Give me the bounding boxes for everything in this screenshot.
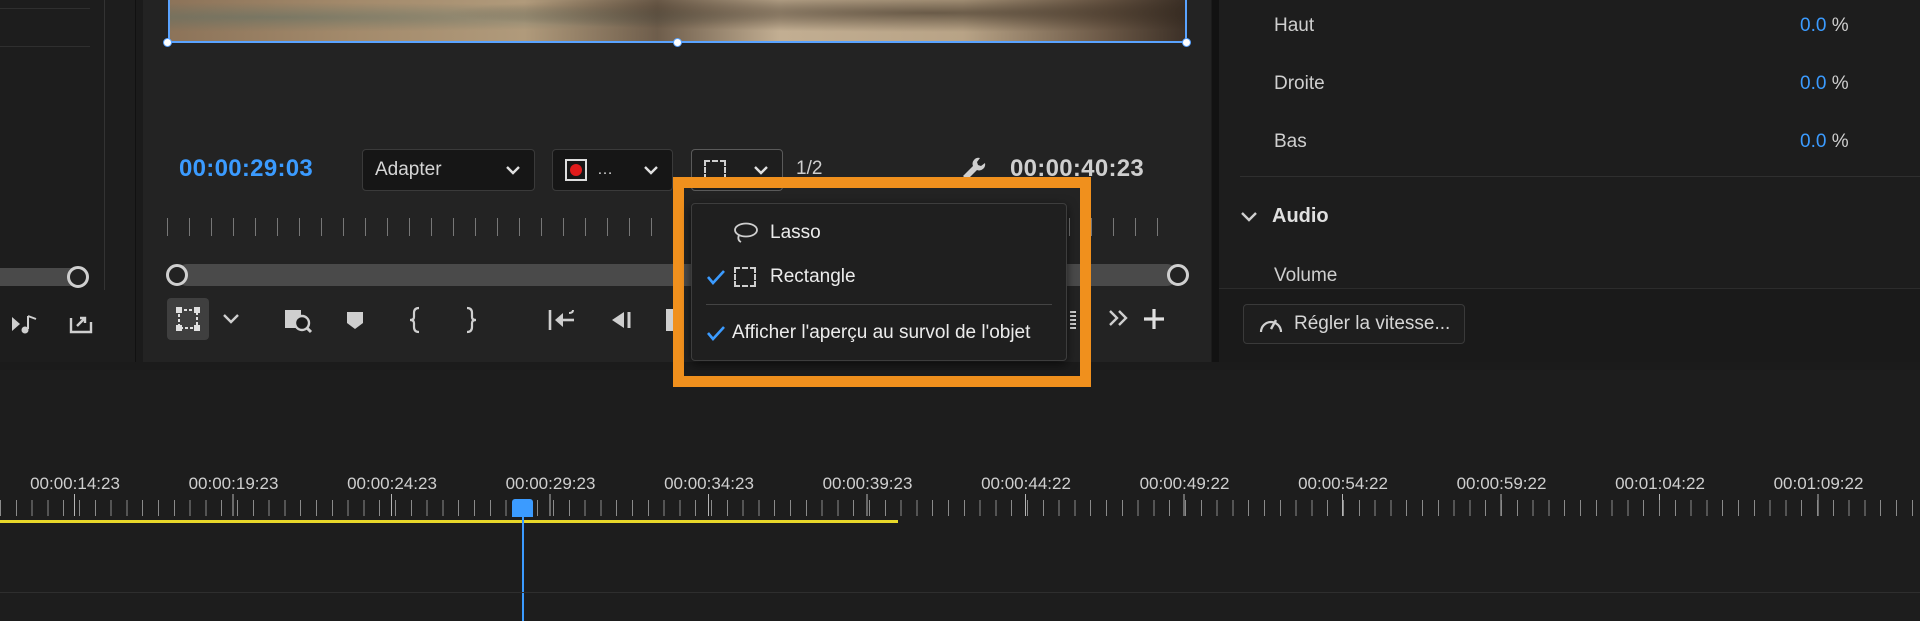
timeline-time-label: 00:00:49:22 bbox=[1139, 474, 1230, 493]
button-editor-plus-icon[interactable] bbox=[1141, 306, 1167, 332]
timeline-panel: 00:00:14:23 00:00:19:23 00:00:24:23 00:00:2… bbox=[0, 370, 1920, 621]
lasso-icon bbox=[730, 221, 760, 245]
menu-item-hover-preview[interactable]: Afficher l'aperçu au survol de l'objet bbox=[692, 313, 1066, 353]
menu-item-label: Afficher l'aperçu au survol de l'objet bbox=[732, 322, 1031, 343]
selection-bounding-box[interactable] bbox=[168, 0, 1187, 43]
video-preview[interactable] bbox=[168, 0, 1187, 43]
track-divider bbox=[0, 592, 1920, 593]
timeline-time-label: 00:00:59:22 bbox=[1456, 474, 1547, 493]
prop-value-top[interactable]: 0.0 % bbox=[1800, 15, 1849, 37]
panel-divider bbox=[0, 46, 90, 47]
chevron-down-icon[interactable] bbox=[221, 310, 241, 328]
prop-label-bottom: Bas bbox=[1274, 131, 1307, 152]
prop-value-right[interactable]: 0.0 % bbox=[1800, 73, 1849, 95]
record-mode-dropdown[interactable]: … bbox=[552, 149, 673, 191]
timeline-ruler[interactable] bbox=[0, 500, 1920, 516]
timeline-time-label: 00:01:04:22 bbox=[1615, 474, 1705, 493]
add-marker-icon[interactable] bbox=[344, 309, 366, 331]
playhead-handle[interactable] bbox=[512, 499, 533, 517]
transform-handle[interactable] bbox=[163, 38, 172, 47]
selection-tool-button[interactable] bbox=[167, 298, 209, 340]
timeline-time-label: 00:00:44:22 bbox=[981, 474, 1071, 493]
left-scroll-knob[interactable] bbox=[67, 266, 89, 288]
zoom-level-value: Adapter bbox=[375, 159, 442, 180]
prop-label-right: Droite bbox=[1274, 73, 1325, 94]
timeline-time-label: 00:00:14:23 bbox=[30, 474, 120, 493]
checkmark-icon bbox=[702, 268, 730, 286]
zoom-level-dropdown[interactable]: Adapter bbox=[362, 149, 535, 191]
timeline-time-label: 00:00:29:23 bbox=[505, 474, 596, 493]
prop-label-top: Haut bbox=[1274, 15, 1315, 36]
menu-separator bbox=[706, 304, 1052, 305]
speedometer-icon bbox=[1259, 319, 1283, 333]
current-timecode[interactable]: 00:00:29:03 bbox=[179, 155, 313, 183]
chevron-down-icon bbox=[506, 166, 520, 175]
panel-divider bbox=[104, 0, 105, 290]
panel-divider bbox=[0, 8, 90, 9]
mark-in-icon[interactable] bbox=[408, 306, 424, 334]
rectangle-select-icon bbox=[730, 267, 760, 287]
menu-item-label: Rectangle bbox=[770, 266, 856, 287]
mark-out-icon[interactable] bbox=[462, 306, 478, 334]
timeline-time-label: 00:00:54:22 bbox=[1298, 474, 1388, 493]
transform-handle[interactable] bbox=[1182, 38, 1191, 47]
timeline-time-label: 00:00:24:23 bbox=[347, 474, 437, 493]
menu-item-rectangle[interactable]: Rectangle bbox=[692, 257, 1066, 297]
chevron-down-icon bbox=[644, 166, 658, 175]
chevron-down-icon bbox=[1241, 211, 1257, 222]
go-to-in-icon[interactable] bbox=[547, 307, 577, 333]
checkmark-icon bbox=[702, 324, 730, 342]
playhead-line[interactable] bbox=[522, 516, 524, 621]
timeline-time-label: 00:00:34:23 bbox=[664, 474, 754, 493]
timeline-time-label: 00:01:09:22 bbox=[1773, 474, 1864, 493]
timeline-time-label: 00:00:39:23 bbox=[822, 474, 913, 493]
scrollbar-right-knob[interactable] bbox=[1167, 264, 1189, 286]
timeline-time-label: 00:00:19:23 bbox=[188, 474, 279, 493]
prop-value-bottom[interactable]: 0.0 % bbox=[1800, 131, 1849, 153]
menu-item-label: Lasso bbox=[770, 222, 821, 243]
record-icon bbox=[565, 159, 587, 181]
adjust-speed-button[interactable]: Régler la vitesse... bbox=[1243, 304, 1466, 344]
mask-mode-menu: Lasso Rectangle Afficher l'aperçu au sur… bbox=[691, 203, 1067, 361]
scrollbar-left-knob[interactable] bbox=[166, 264, 188, 286]
menu-item-lasso[interactable]: Lasso bbox=[692, 213, 1066, 253]
zoom-frame-icon[interactable] bbox=[283, 306, 313, 334]
work-area-bar[interactable] bbox=[0, 520, 898, 523]
export-frame-icon[interactable] bbox=[68, 312, 94, 336]
panel-splitter[interactable] bbox=[1212, 0, 1219, 362]
section-divider bbox=[1240, 176, 1920, 177]
left-panel bbox=[0, 0, 136, 362]
volume-label: Volume bbox=[1274, 265, 1338, 286]
transform-handle[interactable] bbox=[673, 38, 682, 47]
step-back-icon[interactable] bbox=[609, 309, 635, 331]
insert-audio-icon[interactable] bbox=[10, 312, 40, 336]
more-controls-icon[interactable] bbox=[1107, 307, 1131, 329]
record-mode-ellipsis: … bbox=[597, 161, 613, 178]
audio-section-header[interactable]: Audio bbox=[1240, 205, 1329, 228]
